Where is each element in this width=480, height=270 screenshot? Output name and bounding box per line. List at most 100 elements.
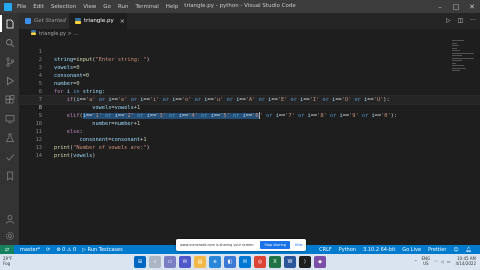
- code-line: 9 number=number+1: [19, 104, 480, 127]
- explorer-icon[interactable]: [0, 15, 15, 32]
- share-banner-text: www.numerade.com is sharing your screen.: [180, 243, 255, 247]
- menu-help[interactable]: Help: [166, 4, 179, 10]
- tab-label: triangle.py: [84, 18, 114, 24]
- mail-icon[interactable]: ✉: [239, 256, 251, 268]
- breadcrumb-python-icon: [31, 30, 36, 37]
- menu-go[interactable]: Go: [103, 4, 111, 10]
- task-view-icon[interactable]: ▭: [164, 256, 176, 268]
- code-line: 10 else:: [19, 112, 480, 135]
- volume-icon[interactable]: ◁: [441, 259, 444, 264]
- code-line: 12 print("Number of vowels are:"): [19, 128, 480, 151]
- minimap-line: [452, 42, 457, 44]
- breadcrumb-path[interactable]: triangle.py > ...: [39, 31, 78, 37]
- store-icon[interactable]: ◧: [224, 256, 236, 268]
- edge-icon[interactable]: e: [209, 256, 221, 268]
- code-line-current: 8 elif(i=='1' or i=='2' or i=='3' or i==…: [18, 95, 480, 119]
- taskbar-apps: ⊞ ⌕ ▭ ✉ ▤ e ◧ ✉ ◎ X W ⟩ ◆: [134, 256, 326, 268]
- feedback-icon[interactable]: ☺: [453, 247, 458, 253]
- remote-indicator-icon[interactable]: ⇄: [0, 245, 14, 254]
- code-line: 5 for i in string:: [19, 72, 480, 95]
- tab-get-started[interactable]: Get Started: [19, 13, 69, 29]
- code-line: 14: [19, 144, 480, 159]
- run-python-icon[interactable]: ▷: [446, 17, 451, 24]
- vscode-taskbar-icon[interactable]: ⟩: [299, 256, 311, 268]
- problems-count[interactable]: ⊗ 0 ⚠ 0: [56, 247, 76, 253]
- code-editor[interactable]: 1 string=input("Enter string: ") 2 vowel…: [18, 40, 480, 245]
- tab-triangle-py[interactable]: triangle.py ×: [69, 13, 127, 29]
- menu-view[interactable]: View: [83, 4, 96, 10]
- hide-banner-button[interactable]: Hide: [295, 243, 303, 247]
- split-editor-icon[interactable]: ◫: [458, 17, 464, 24]
- notifications-icon[interactable]: 🔔︎: [466, 247, 472, 253]
- code-line: 4 number=0: [19, 64, 480, 87]
- menu-terminal[interactable]: Terminal: [135, 4, 158, 10]
- sync-icon[interactable]: ⟳: [46, 247, 50, 253]
- minimap-line: [452, 57, 474, 59]
- wifi-icon[interactable]: ◠: [434, 259, 438, 264]
- bookmark-icon[interactable]: [4, 170, 15, 181]
- close-window-icon[interactable]: ✕: [464, 0, 480, 13]
- search-icon[interactable]: [4, 37, 15, 48]
- git-branch[interactable]: master*: [20, 247, 40, 253]
- run-testcases-button[interactable]: ▷ Run Testcases: [82, 247, 123, 253]
- code-line: 11 consonent=consonant+1: [19, 120, 480, 143]
- more-actions-icon[interactable]: ···: [470, 17, 476, 24]
- language-mode[interactable]: Python: [339, 247, 356, 253]
- menu-edit[interactable]: Edit: [33, 4, 44, 10]
- close-tab-icon[interactable]: ×: [120, 18, 125, 25]
- minimap[interactable]: [452, 40, 474, 80]
- extensions-icon[interactable]: [4, 94, 15, 105]
- go-live-button[interactable]: Go Live: [402, 247, 421, 253]
- excel-icon[interactable]: X: [269, 256, 281, 268]
- breadcrumb: triangle.py > ...: [19, 29, 78, 38]
- testing-icon[interactable]: [4, 132, 15, 143]
- maximize-icon[interactable]: □: [448, 0, 464, 13]
- word-icon[interactable]: W: [284, 256, 296, 268]
- minimap-line: [452, 52, 474, 54]
- minimap-line: [452, 50, 460, 51]
- tray-chevron-icon[interactable]: ⌃: [414, 259, 417, 264]
- python-interpreter[interactable]: 3.10.2 64-bit: [363, 247, 395, 253]
- live-share-icon[interactable]: [4, 151, 15, 162]
- vscode-tab-icon: [25, 18, 31, 24]
- editor-tab-bar: Get Started triangle.py × ▷ ◫ ···: [19, 13, 480, 29]
- minimap-line: [452, 62, 456, 64]
- windows-taskbar: 29°F Fog ⊞ ⌕ ▭ ✉ ▤ e ◧ ✉ ◎ X W ⟩ ◆ ⌃ ENG…: [0, 254, 480, 270]
- menu-bar: File Edit Selection View Go Run Terminal…: [17, 4, 185, 10]
- vscode-logo-icon: [4, 2, 12, 11]
- clock[interactable]: 10:45 AM 4/14/2022: [455, 256, 476, 266]
- account-icon[interactable]: [4, 213, 15, 224]
- start-icon[interactable]: ⊞: [134, 256, 146, 268]
- weather-widget[interactable]: 29°F Fog: [3, 256, 12, 266]
- prettier-button[interactable]: Prettier: [428, 247, 446, 253]
- line-ending[interactable]: CRLF: [319, 247, 332, 253]
- window-controls: – □ ✕: [432, 0, 480, 13]
- chat-icon[interactable]: ✉: [179, 256, 191, 268]
- manage-gear-icon[interactable]: [4, 230, 15, 241]
- status-bar-right: CRLF Python 3.10.2 64-bit Go Live Pretti…: [312, 245, 472, 254]
- python-file-icon: [75, 18, 81, 24]
- code-line: 6 if(i=='a' or i=='e' or i=='i' or i=='o…: [19, 80, 480, 103]
- code-line: 1 string=input("Enter string: "): [19, 40, 480, 63]
- code-line: 7 vowels=vowels+1: [19, 88, 480, 111]
- minimize-icon[interactable]: –: [432, 0, 448, 13]
- search-taskbar-icon[interactable]: ⌕: [149, 256, 161, 268]
- chrome-icon[interactable]: ◎: [254, 256, 266, 268]
- run-debug-icon[interactable]: [4, 75, 15, 86]
- remote-explorer-icon[interactable]: [4, 113, 15, 124]
- minimap-line: [452, 45, 459, 46]
- file-explorer-icon[interactable]: ▤: [194, 256, 206, 268]
- code-line: 13 print(vowels): [19, 136, 480, 159]
- tab-label: Get Started: [34, 18, 66, 24]
- minimap-line: [452, 55, 462, 56]
- menu-file[interactable]: File: [17, 4, 26, 10]
- line-number: 14: [35, 153, 42, 159]
- editor-actions: ▷ ◫ ···: [446, 17, 476, 24]
- language-indicator[interactable]: ENG US: [422, 256, 431, 266]
- menu-selection[interactable]: Selection: [51, 4, 76, 10]
- app-icon[interactable]: ◆: [314, 256, 326, 268]
- menu-run[interactable]: Run: [118, 4, 129, 10]
- battery-icon[interactable]: ▭: [447, 259, 451, 264]
- source-control-icon[interactable]: [4, 56, 15, 67]
- stop-sharing-button[interactable]: Stop sharing: [260, 241, 290, 249]
